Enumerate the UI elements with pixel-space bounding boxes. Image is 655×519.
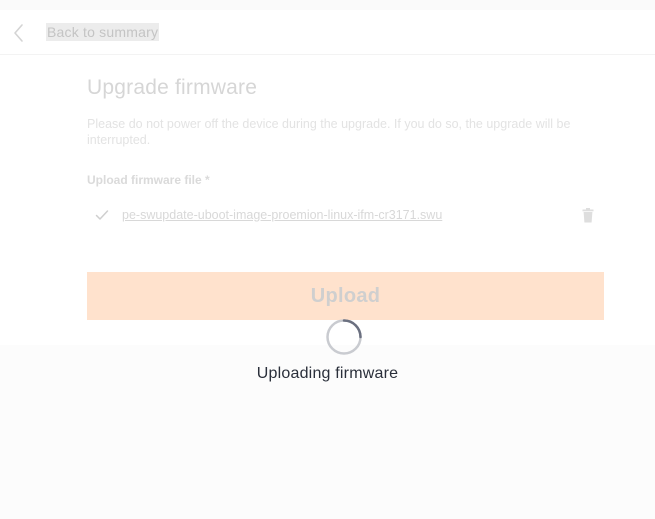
chevron-left-icon[interactable] [11, 22, 27, 44]
spinner-icon [326, 319, 362, 355]
upgrade-warning-text: Please do not power off the device durin… [87, 117, 571, 147]
check-icon [95, 210, 109, 220]
trash-icon[interactable] [582, 208, 594, 223]
upgrade-firmware-page: Back to summary Upgrade firmware Please … [0, 0, 655, 519]
top-strip [0, 0, 655, 10]
back-to-summary-link[interactable]: Back to summary [46, 23, 160, 41]
upload-file-label: Upload firmware file * [87, 173, 210, 187]
uploaded-file-link[interactable]: pe-swupdate-uboot-image-proemion-linux-i… [122, 208, 442, 222]
page-title: Upgrade firmware [87, 76, 258, 99]
upload-button[interactable]: Upload [87, 272, 604, 320]
uploading-status-text: Uploading firmware [256, 365, 399, 382]
